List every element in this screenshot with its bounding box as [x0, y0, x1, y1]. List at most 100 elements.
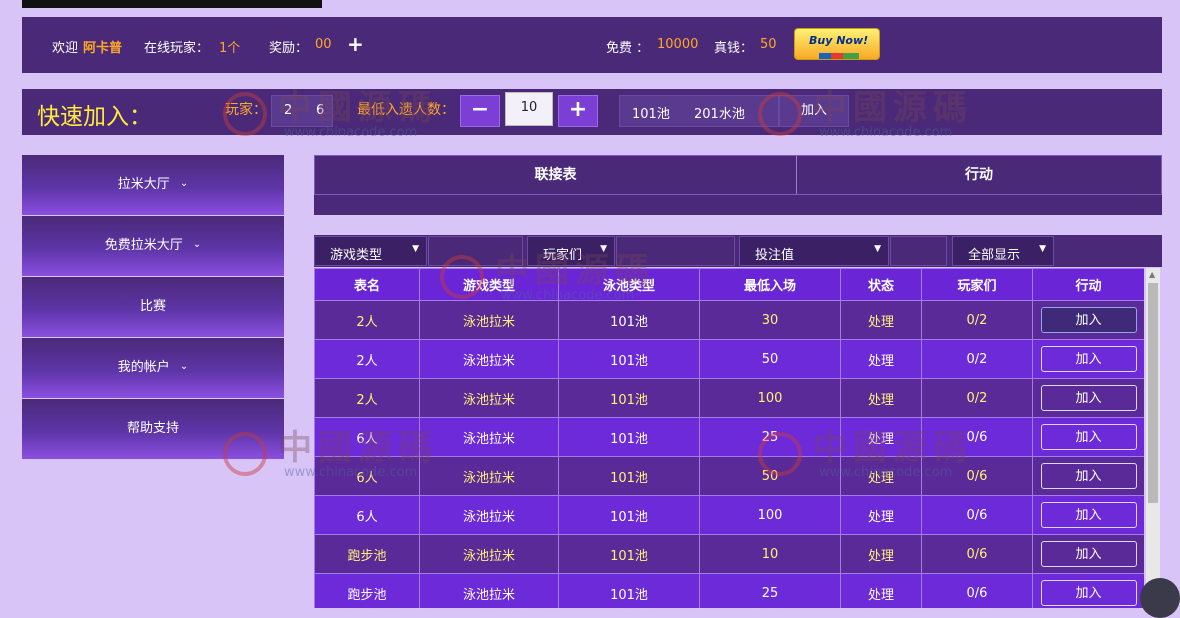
players-option-6[interactable]: 6 [316, 103, 324, 118]
table-row: 6人 泳池拉米 101池 50 处理 0/6 加入 [314, 456, 1144, 496]
sidebar-item-help-support[interactable]: 帮助支持 [22, 399, 284, 459]
scrollbar-thumb[interactable] [1148, 283, 1158, 503]
cell-game-type: 泳池拉米 [419, 417, 559, 457]
add-reward-plus-icon[interactable]: + [347, 32, 364, 56]
cell-pool-type: 101池 [558, 495, 700, 535]
table-row: 2人 泳池拉米 101池 30 处理 0/2 加入 [314, 300, 1144, 340]
cell-game-type: 泳池拉米 [419, 339, 559, 379]
tab-action[interactable]: 行动 [797, 156, 1161, 194]
cell-table-name: 6人 [314, 417, 420, 457]
cell-players: 0/6 [921, 573, 1033, 608]
join-table-button[interactable]: 加入 [1040, 541, 1137, 567]
cell-table-name: 跑步池 [314, 534, 420, 574]
cell-players: 0/6 [921, 495, 1033, 535]
decrement-button[interactable]: − [460, 95, 500, 127]
scroll-up-arrow-icon[interactable]: ▲ [1149, 270, 1155, 279]
header-tabs: 联接表 行动 [314, 155, 1162, 195]
join-table-button[interactable]: 加入 [1040, 580, 1137, 606]
cell-min-entry: 10 [699, 534, 841, 574]
cell-pool-type: 101池 [558, 300, 700, 340]
buy-now-label: Buy Now! [809, 34, 869, 47]
join-table-button[interactable]: 加入 [1040, 424, 1137, 450]
cell-min-entry: 30 [699, 300, 841, 340]
table-row: 跑步池 泳池拉米 101池 10 处理 0/6 加入 [314, 534, 1144, 574]
join-table-button[interactable]: 加入 [1040, 502, 1137, 528]
cell-status: 处理 [840, 339, 922, 379]
caret-down-icon: ▼ [874, 244, 881, 254]
online-count: 1个 [219, 41, 241, 56]
cell-game-type: 泳池拉米 [419, 300, 559, 340]
quick-join-button[interactable]: 加入 [779, 95, 849, 127]
column-header-table-name[interactable]: 表名 [314, 268, 420, 301]
column-header-game-type[interactable]: 游戏类型 [419, 268, 559, 301]
cell-action: 加入 [1032, 573, 1144, 608]
table-scrollbar[interactable]: ▲ [1146, 268, 1160, 600]
players-option-2[interactable]: 2 [284, 103, 292, 118]
cell-status: 处理 [840, 573, 922, 608]
table-row: 6人 泳池拉米 101池 100 处理 0/6 加入 [314, 495, 1144, 535]
real-money-label: 真钱： [714, 41, 754, 56]
min-players-stepper-input[interactable]: 10 [505, 92, 553, 126]
cell-pool-type: 101池 [558, 339, 700, 379]
cell-action: 加入 [1032, 300, 1144, 340]
join-table-button[interactable]: 加入 [1040, 463, 1137, 489]
game-type-filter[interactable]: 游戏类型 ▼ [314, 236, 427, 266]
filter-label: 全部显示 [968, 248, 1021, 263]
display-filter[interactable]: 全部显示 ▼ [952, 236, 1054, 266]
bet-filter[interactable]: 投注值 ▼ [739, 236, 889, 266]
increment-button[interactable]: + [558, 95, 598, 127]
game-type-filter-extra [428, 236, 523, 266]
join-table-button[interactable]: 加入 [1040, 307, 1137, 333]
sidebar-item-free-rummy-lobby[interactable]: 免费拉米大厅 ⌄ [22, 216, 284, 276]
cell-action: 加入 [1032, 456, 1144, 496]
column-header-pool-type[interactable]: 泳池类型 [558, 268, 700, 301]
cell-players: 0/6 [921, 456, 1033, 496]
join-table-button[interactable]: 加入 [1040, 385, 1137, 411]
cell-pool-type: 101池 [558, 456, 700, 496]
pool-option-101[interactable]: 101池 [632, 103, 670, 122]
players-filter-extra [616, 236, 735, 266]
cell-status: 处理 [840, 378, 922, 418]
reward-value: 00 [315, 37, 332, 52]
sidebar-item-my-account[interactable]: 我的帐户 ⌄ [22, 338, 284, 398]
cell-players: 0/6 [921, 417, 1033, 457]
players-selector[interactable]: 2 6 [271, 95, 333, 127]
table-row: 6人 泳池拉米 101池 25 处理 0/6 加入 [314, 417, 1144, 457]
sidebar: 拉米大厅 ⌄ 免费拉米大厅 ⌄ 比赛 我的帐户 ⌄ 帮助支持 [22, 155, 284, 460]
cell-table-name: 6人 [314, 495, 420, 535]
main-content: 联接表 行动 游戏类型 ▼ 玩家们 ▼ 投注值 ▼ 全部显示 ▼ 表名 游戏类型… [314, 155, 1162, 608]
free-balance: 10000 [657, 37, 699, 52]
players-filter[interactable]: 玩家们 ▼ [527, 236, 615, 266]
cell-min-entry: 100 [699, 378, 841, 418]
chevron-down-icon: ⌄ [192, 239, 202, 250]
table-row: 跑步池 泳池拉米 101池 25 处理 0/6 加入 [314, 573, 1144, 608]
column-header-status[interactable]: 状态 [840, 268, 922, 301]
cell-status: 处理 [840, 417, 922, 457]
cell-pool-type: 101池 [558, 417, 700, 457]
sidebar-item-label: 我的帐户 [117, 360, 170, 375]
cell-game-type: 泳池拉米 [419, 573, 559, 608]
sidebar-item-tournaments[interactable]: 比赛 [22, 277, 284, 337]
pool-option-201[interactable]: 201水池 [694, 103, 745, 122]
buy-now-button[interactable]: Buy Now! [794, 28, 880, 60]
username[interactable]: 阿卡普 [83, 37, 122, 56]
tables-list: 表名 游戏类型 泳池类型 最低入场 状态 玩家们 行动 2人 泳池拉米 101池… [314, 268, 1144, 608]
cell-min-entry: 100 [699, 495, 841, 535]
cell-players: 0/2 [921, 339, 1033, 379]
quick-join-bar: 快速加入： 玩家： 2 6 最低入遗人数： − 10 + 101池 201水池 … [22, 89, 1162, 135]
join-table-button[interactable]: 加入 [1040, 346, 1137, 372]
cell-min-entry: 50 [699, 339, 841, 379]
cell-status: 处理 [840, 456, 922, 496]
sidebar-item-rummy-lobby[interactable]: 拉米大厅 ⌄ [22, 155, 284, 215]
floating-corner-button[interactable] [1140, 578, 1180, 618]
column-header-min-entry[interactable]: 最低入场 [699, 268, 841, 301]
top-bar: 欢迎 阿卡普 在线玩家： 1个 奖励： 00 + 免费 ： 10000 真钱： … [22, 17, 1162, 73]
cell-action: 加入 [1032, 534, 1144, 574]
table-row: 2人 泳池拉米 101池 100 处理 0/2 加入 [314, 378, 1144, 418]
cell-pool-type: 101池 [558, 573, 700, 608]
caret-down-icon: ▼ [412, 244, 419, 254]
column-header-players[interactable]: 玩家们 [921, 268, 1033, 301]
filter-bar: 游戏类型 ▼ 玩家们 ▼ 投注值 ▼ 全部显示 ▼ [314, 235, 1162, 267]
tab-join-table[interactable]: 联接表 [315, 156, 796, 194]
cell-action: 加入 [1032, 378, 1144, 418]
